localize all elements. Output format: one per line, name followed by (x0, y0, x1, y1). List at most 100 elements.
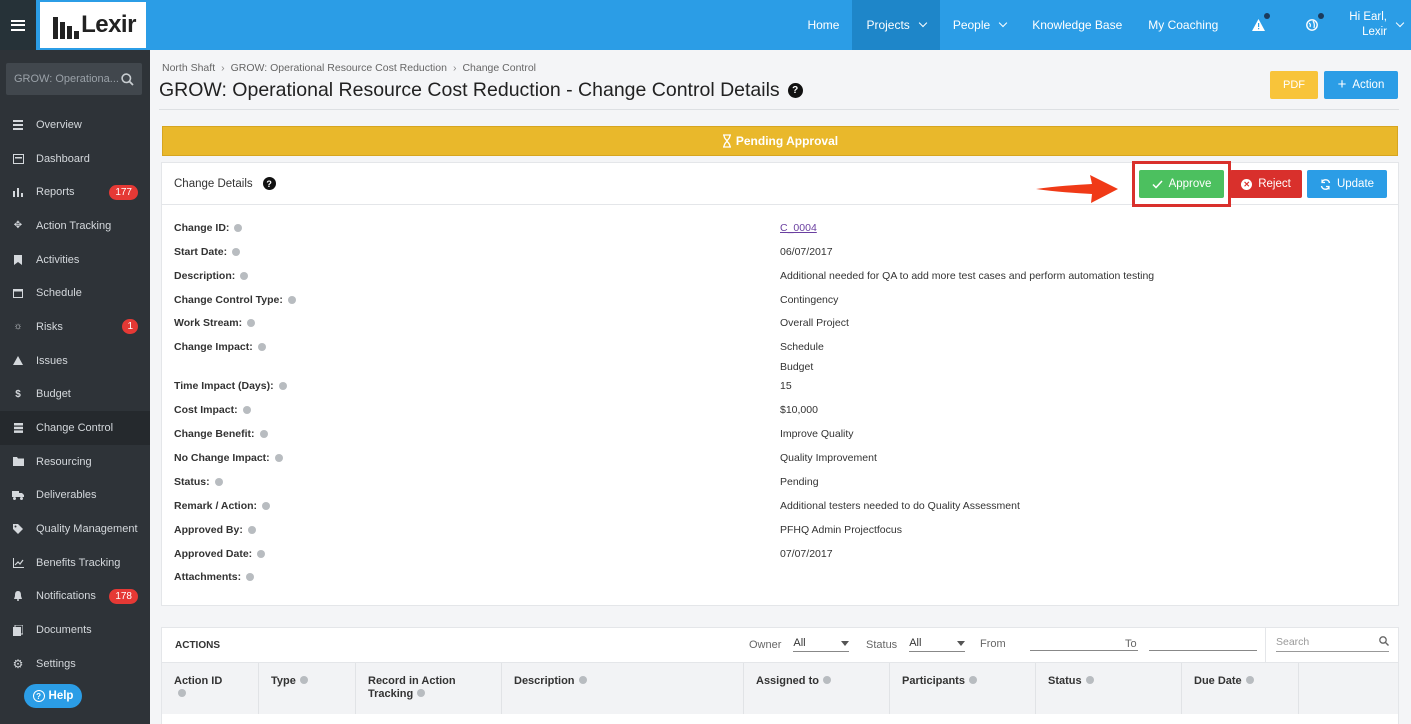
sidebar-item-resourcing[interactable]: Resourcing (0, 445, 150, 479)
info-icon[interactable] (240, 272, 249, 280)
sidebar-item-change-control[interactable]: Change Control (0, 411, 150, 445)
info-icon[interactable] (232, 248, 241, 256)
info-icon (1245, 676, 1254, 684)
sidebar-item-benefits-tracking[interactable]: Benefits Tracking (0, 546, 150, 580)
info-icon[interactable] (214, 478, 223, 486)
sidebar-item-risks[interactable]: ☼ Risks 1 (0, 310, 150, 344)
column-header[interactable]: Assigned to (744, 663, 890, 714)
info-icon[interactable] (262, 502, 271, 510)
breadcrumb-item[interactable]: GROW: Operational Resource Cost Reductio… (231, 62, 447, 74)
sidebar: GROW: Operationa... Overview Dashboard R… (0, 50, 150, 724)
change-control-icon (12, 422, 24, 434)
nav-knowledge-base[interactable]: Knowledge Base (1019, 0, 1135, 50)
add-action-button[interactable]: + Action (1324, 71, 1398, 99)
info-icon[interactable] (247, 319, 256, 327)
main-content: North Shaft › GROW: Operational Resource … (150, 50, 1411, 724)
close-circle-icon: ✕ (1241, 178, 1253, 190)
top-nav: Home Projects People Knowledge Base My C… (794, 0, 1411, 50)
top-bar: Lexir Home Projects People Knowledge Bas… (0, 0, 1411, 50)
status-banner: Pending Approval (162, 126, 1398, 156)
actions-search-input[interactable]: Search (1276, 636, 1389, 652)
info-icon (1085, 676, 1094, 684)
dashboard-icon (12, 153, 24, 165)
caret-down-icon (957, 640, 966, 646)
caret-down-icon (841, 640, 850, 646)
sidebar-item-activities[interactable]: Activities (0, 243, 150, 277)
reject-button[interactable]: ✕ Reject (1230, 170, 1302, 198)
info-icon[interactable] (234, 224, 243, 232)
alerts-button[interactable] (1231, 0, 1285, 50)
globe-icon (1298, 13, 1326, 31)
column-header[interactable]: Action ID (162, 663, 259, 714)
sidebar-item-budget[interactable]: $ Budget (0, 378, 150, 412)
info-icon[interactable] (242, 406, 251, 414)
truck-icon (12, 489, 24, 501)
sidebar-item-quality-management[interactable]: Quality Management (0, 512, 150, 546)
globe-button[interactable] (1285, 0, 1339, 50)
chevron-down-icon (918, 18, 928, 28)
search-icon (121, 72, 134, 86)
info-icon[interactable] (246, 573, 255, 581)
sidebar-item-issues[interactable]: Issues (0, 344, 150, 378)
question-circle-icon: ? (32, 690, 45, 702)
sidebar-item-dashboard[interactable]: Dashboard (0, 142, 150, 176)
column-header[interactable]: Participants (890, 663, 1036, 714)
actions-toolbar: ACTIONS Owner All Status All From To Sea… (162, 628, 1398, 662)
notification-dot (1318, 13, 1325, 19)
menu-toggle-button[interactable] (0, 0, 36, 50)
sidebar-item-action-tracking[interactable]: ✥ Action Tracking (0, 209, 150, 243)
change-details-panel: Change Details ? Approve ✕ Reject Update … (161, 161, 1399, 606)
column-header[interactable]: Status (1036, 663, 1182, 714)
help-button[interactable]: ? Help (24, 684, 82, 708)
column-header[interactable]: Due Date (1182, 663, 1299, 714)
info-icon[interactable] (257, 343, 266, 351)
info-icon[interactable] (259, 430, 268, 438)
pdf-button[interactable]: PDF (1270, 71, 1318, 99)
from-date-input[interactable] (1029, 637, 1138, 651)
to-date-input[interactable] (1148, 637, 1257, 651)
status-filter-select[interactable]: All (909, 637, 966, 652)
nav-people[interactable]: People (940, 0, 1019, 50)
info-icon[interactable] (287, 296, 296, 304)
actions-table-header: Action ID Type Record in Action Tracking… (162, 662, 1398, 714)
warning-icon (1244, 13, 1272, 31)
nav-home[interactable]: Home (794, 0, 852, 50)
breadcrumb-item[interactable]: North Shaft (162, 62, 215, 74)
user-menu[interactable]: Hi Earl, Lexir (1339, 0, 1411, 50)
column-header[interactable]: Type (259, 663, 356, 714)
status-filter-label: Status (866, 638, 898, 651)
nav-my-coaching[interactable]: My Coaching (1135, 0, 1231, 50)
change-id-link[interactable]: C_0004 (780, 219, 817, 238)
project-search-input[interactable]: GROW: Operationa... (6, 63, 142, 95)
breadcrumb-item[interactable]: Change Control (462, 62, 536, 74)
owner-filter-label: Owner (749, 638, 782, 651)
sidebar-item-notifications[interactable]: Notifications 178 (0, 580, 150, 614)
sidebar-item-deliverables[interactable]: Deliverables (0, 479, 150, 513)
actions-title: ACTIONS (175, 639, 220, 651)
column-header[interactable]: Description (502, 663, 744, 714)
sidebar-item-documents[interactable]: Documents (0, 613, 150, 647)
info-icon[interactable] (278, 382, 287, 390)
panel-title: Change Details (174, 177, 253, 190)
info-icon[interactable] (247, 526, 256, 534)
search-icon (1379, 636, 1389, 646)
info-icon[interactable] (274, 454, 283, 462)
sidebar-item-settings[interactable]: ⚙ Settings (0, 647, 150, 681)
sidebar-item-overview[interactable]: Overview (0, 108, 150, 142)
actions-panel: ACTIONS Owner All Status All From To Sea… (161, 627, 1399, 724)
action-tracking-icon: ✥ (13, 220, 23, 232)
column-header[interactable]: Record in Action Tracking (356, 663, 502, 714)
info-icon[interactable] (257, 550, 266, 558)
sidebar-item-schedule[interactable]: Schedule (0, 276, 150, 310)
nav-projects[interactable]: Projects (852, 0, 940, 50)
help-icon[interactable]: ? (787, 83, 803, 98)
help-icon[interactable]: ? (262, 177, 276, 190)
warning-icon (12, 355, 24, 367)
update-button[interactable]: Update (1307, 170, 1387, 198)
logo-text: Lexir (81, 11, 136, 38)
documents-icon (12, 624, 24, 636)
owner-filter-select[interactable]: All (793, 637, 850, 652)
logo[interactable]: Lexir (40, 2, 146, 48)
sidebar-item-reports[interactable]: Reports 177 (0, 175, 150, 209)
info-icon (822, 676, 831, 684)
